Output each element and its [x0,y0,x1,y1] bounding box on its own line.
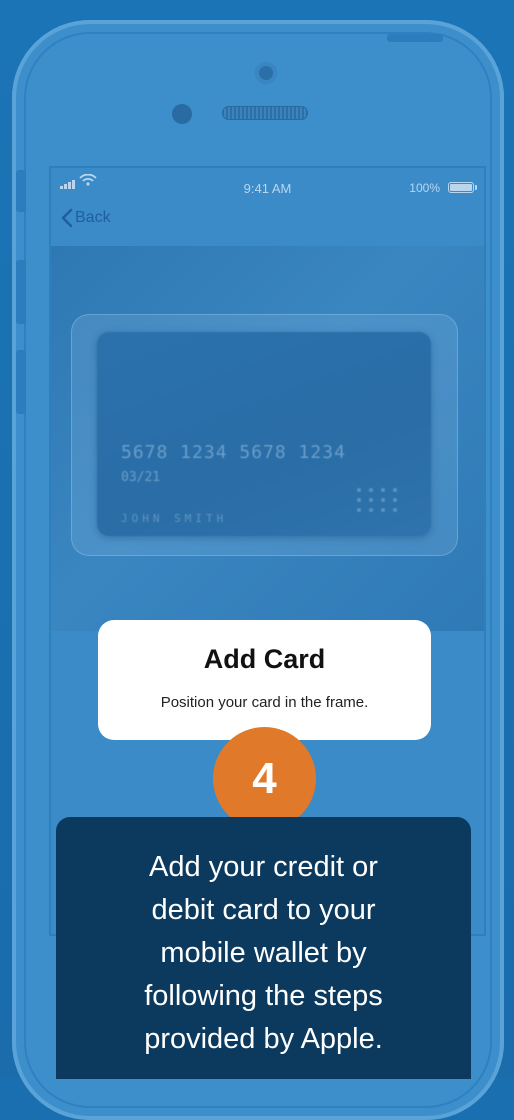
nav-bar: Back [51,202,484,246]
credit-card-image: 5678 1234 5678 1234 03/21 JOHN SMITH [97,332,431,536]
add-card-panel: Add Card Position your card in the frame… [98,620,431,740]
camera-icon [255,62,277,84]
battery-icon [448,182,474,193]
camera-viewfinder: 5678 1234 5678 1234 03/21 JOHN SMITH [51,246,484,631]
chevron-left-icon [61,208,73,228]
front-camera-icon [172,104,192,124]
battery-percentage: 100% [409,181,440,195]
speaker-grille [222,106,308,120]
instruction-line: following the steps [144,980,383,1012]
battery-tip [475,185,477,190]
instruction-box: Add your credit or debit card to your mo… [56,817,471,1079]
card-frame: 5678 1234 5678 1234 03/21 JOHN SMITH [71,314,458,556]
power-button [387,34,443,42]
status-bar: 9:41 AM 100% [51,168,484,202]
card-chip-dots [357,488,399,512]
instruction-line: provided by Apple. [144,1023,383,1055]
add-card-title: Add Card [203,644,326,674]
instruction-line: debit card to your [151,894,376,926]
add-card-subtitle: Position your card in the frame. [160,694,369,711]
instruction-line: mobile wallet by [160,937,367,969]
instruction-line: Add your credit or [149,851,378,883]
back-label: Back [75,209,111,226]
volume-down-button [16,350,26,414]
instruction-text: Add your credit or debit card to your mo… [56,846,471,1061]
volume-up-button [16,260,26,324]
mute-switch [16,170,26,212]
card-holder-name: JOHN SMITH [121,512,228,525]
step-number-badge: 4 [213,727,316,830]
card-number: 5678 1234 5678 1234 [121,442,346,463]
card-expiry: 03/21 [121,470,161,485]
back-button[interactable]: Back [61,208,111,228]
